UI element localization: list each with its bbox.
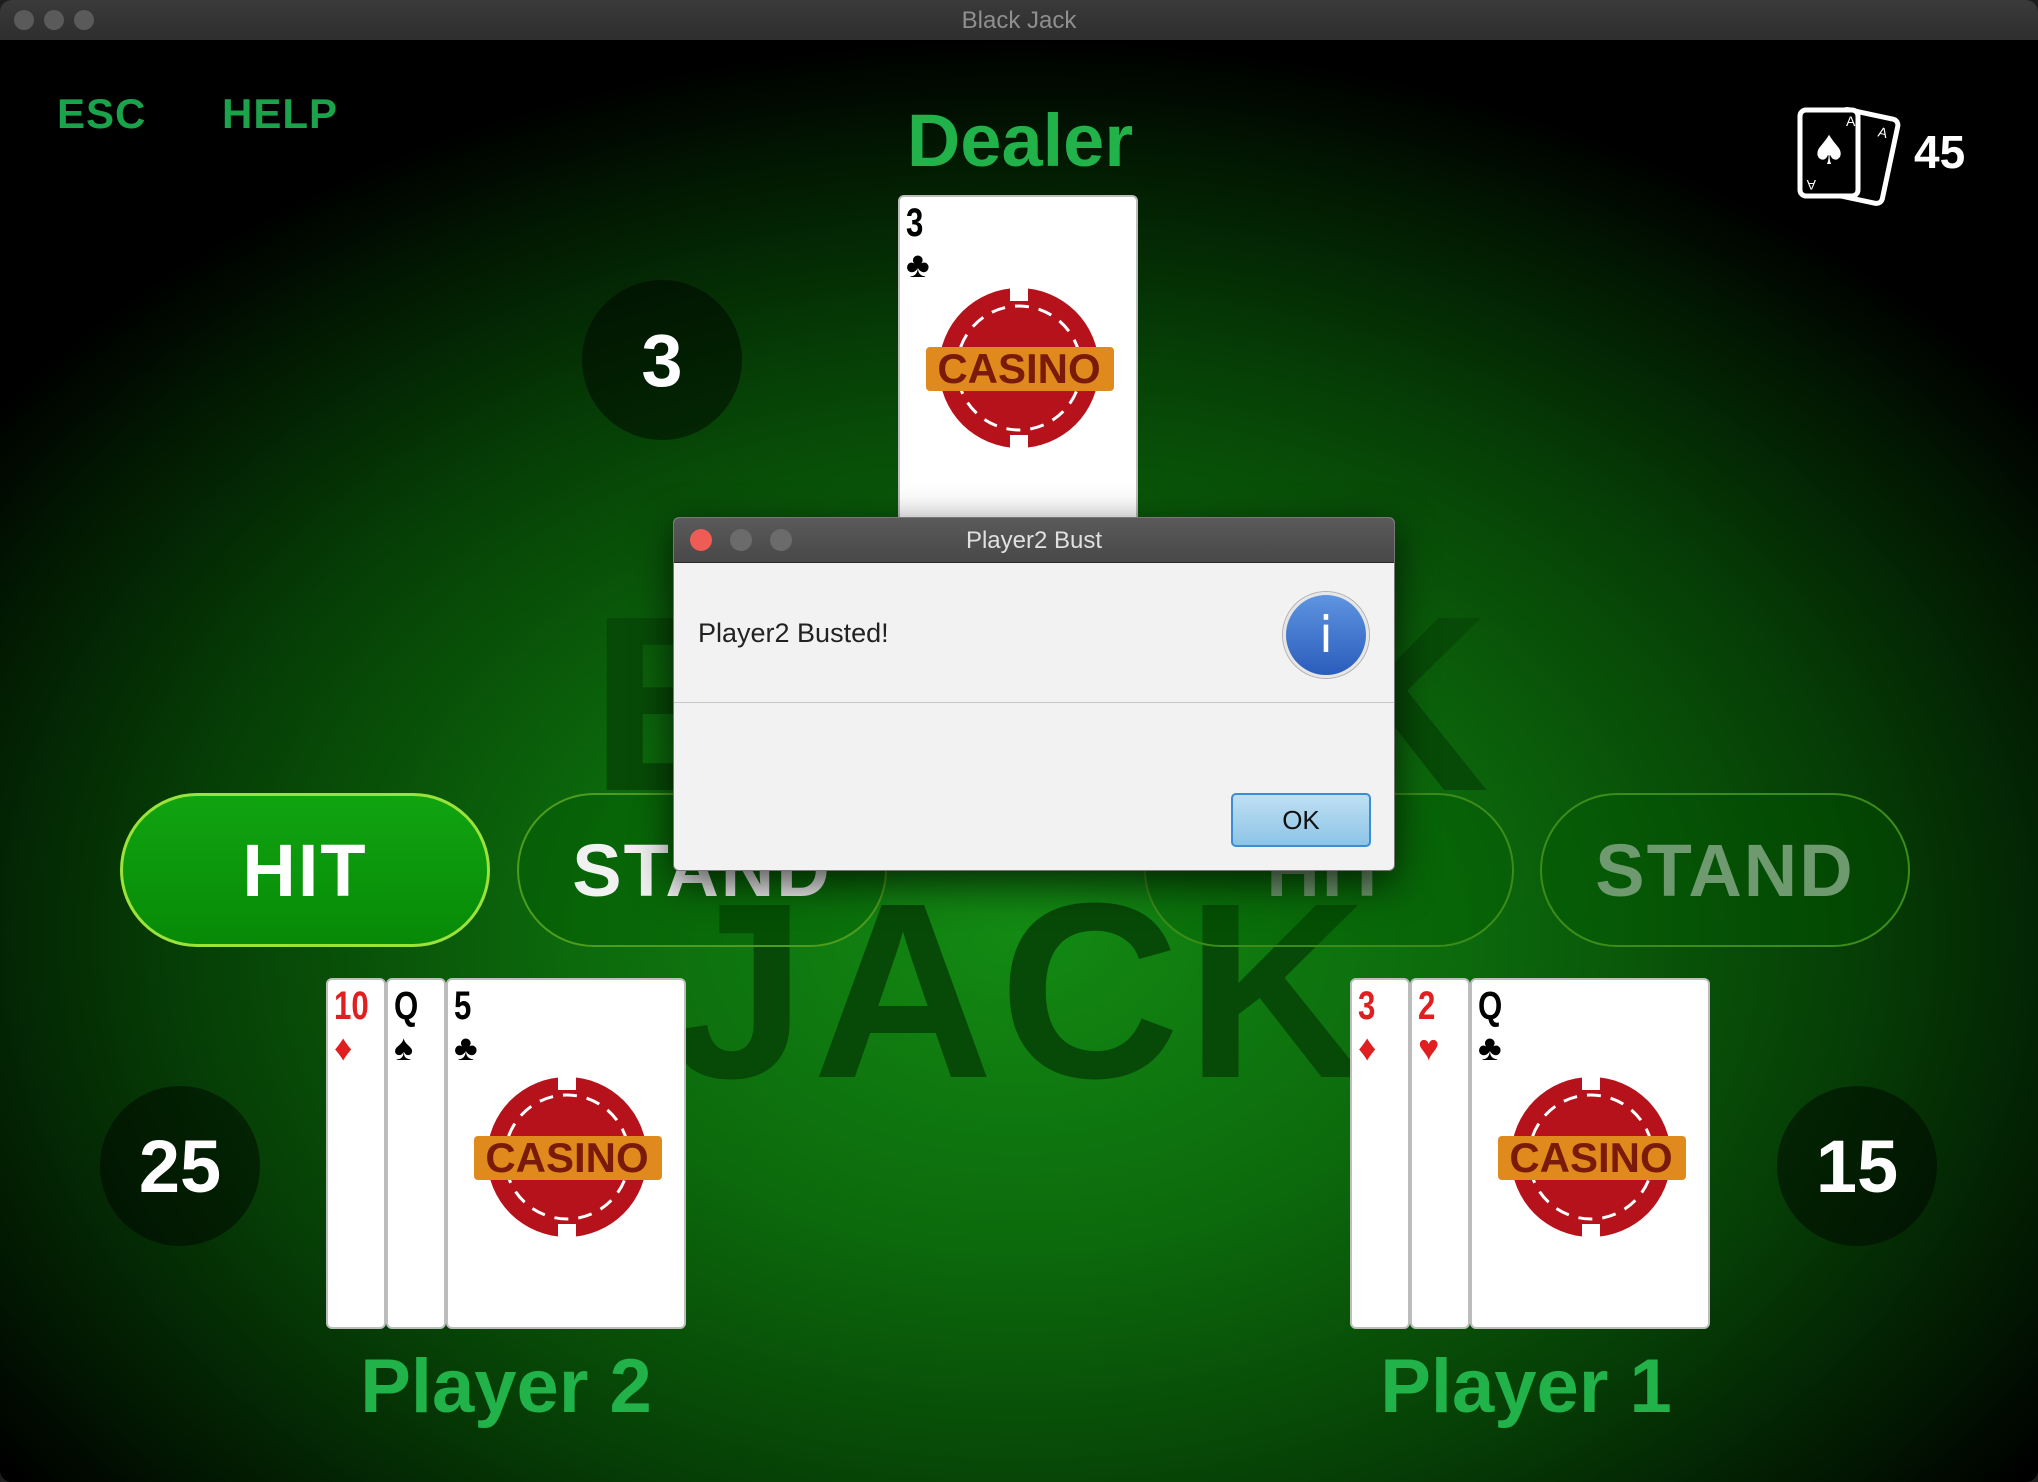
window-title: Black Jack: [961, 7, 1077, 34]
player2-card-1: 10 ♦: [326, 978, 386, 1329]
info-icon: i: [1283, 592, 1369, 678]
player2-card-2: Q ♠: [386, 978, 446, 1329]
player1-card-2: 2 ♥: [1410, 978, 1470, 1329]
player2-hit-button[interactable]: HIT: [120, 793, 490, 947]
deck-icon: A A ♠ A: [1797, 106, 1901, 206]
dialog-divider: [674, 702, 1394, 703]
app-window: Black Jack ESC HELP Dealer A A ♠ A 45 3 …: [0, 0, 2038, 1482]
ok-button[interactable]: OK: [1231, 793, 1371, 847]
card-suit: ♣: [454, 1027, 478, 1068]
card-suit: ♦: [1358, 1027, 1377, 1068]
card-suit: ♣: [1478, 1027, 1502, 1068]
card-rank: 10: [334, 984, 369, 1028]
player2-score: 25: [100, 1086, 260, 1246]
casino-chip-logo: CASINO: [474, 1076, 662, 1238]
card-rank: 2: [1418, 984, 1436, 1028]
player2-label: Player 2: [360, 1344, 652, 1429]
deck-count: 45: [1914, 126, 1966, 178]
card-rank: 5: [454, 984, 472, 1028]
player1-stand-button[interactable]: STAND: [1540, 793, 1910, 947]
help-button[interactable]: HELP: [222, 90, 338, 138]
casino-logo-text: CASINO: [1509, 1134, 1672, 1181]
player1-label: Player 1: [1380, 1344, 1672, 1429]
card-suit: ♠: [394, 1027, 414, 1068]
dialog-titlebar: Player2 Bust: [674, 518, 1394, 563]
card-rank: 3: [906, 201, 924, 245]
player1-card-3: Q ♣ CASINO: [1470, 978, 1710, 1329]
dealer-card: 3 ♣ CASINO: [898, 195, 1138, 525]
casino-logo-text: CASINO: [937, 345, 1100, 392]
casino-logo-text: CASINO: [485, 1134, 648, 1181]
esc-button[interactable]: ESC: [57, 90, 146, 138]
dealer-label: Dealer: [906, 99, 1134, 182]
player2-card-3: 5 ♣ CASINO: [446, 978, 686, 1329]
casino-chip-logo: CASINO: [1498, 1076, 1686, 1238]
card-rank: 3: [1358, 984, 1376, 1028]
dealer-score: 3: [582, 280, 742, 440]
casino-chip-logo: CASINO: [926, 287, 1114, 449]
dialog-title: Player2 Bust: [965, 527, 1103, 554]
svg-text:♠: ♠: [1811, 128, 1847, 174]
svg-text:A: A: [1846, 113, 1856, 129]
bust-dialog: Player2 Bust Player2 Busted! i OK: [673, 517, 1395, 871]
card-suit: ♦: [334, 1027, 353, 1068]
window-titlebar: Black Jack: [0, 0, 2038, 41]
svg-text:A: A: [1806, 177, 1816, 193]
card-rank: Q: [394, 984, 419, 1028]
card-rank: Q: [1478, 984, 1503, 1028]
card-suit: ♣: [906, 244, 930, 285]
player1-card-1: 3 ♦: [1350, 978, 1410, 1329]
card-suit: ♥: [1418, 1027, 1440, 1068]
player1-score: 15: [1777, 1086, 1937, 1246]
dialog-message: Player2 Busted!: [698, 618, 889, 648]
